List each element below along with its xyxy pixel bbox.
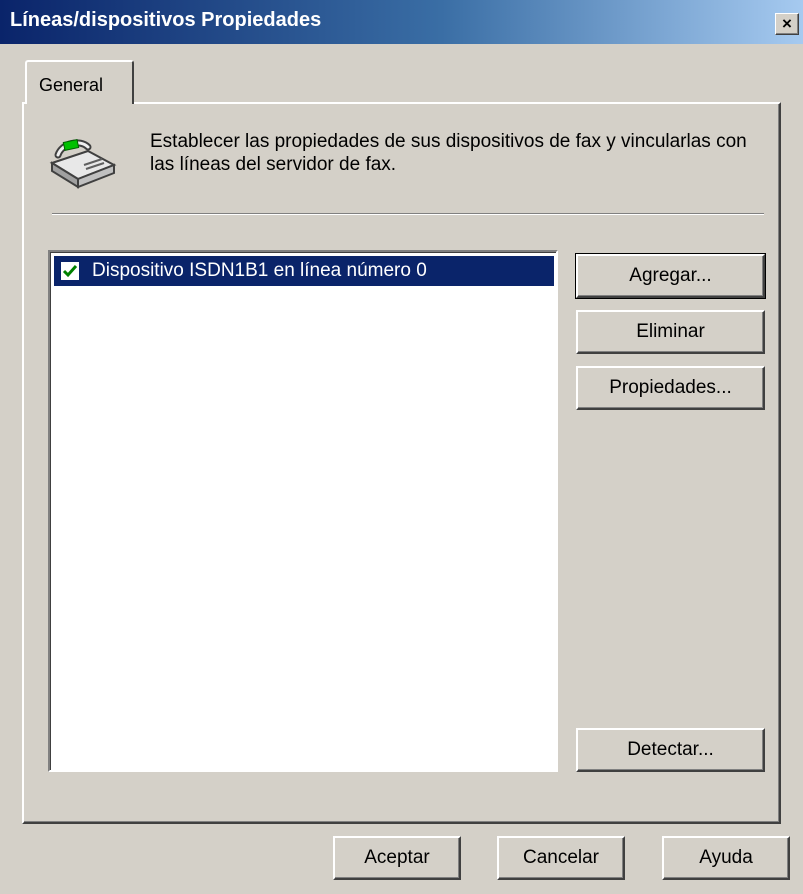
detectar-button-label: Detectar... (627, 739, 714, 760)
tab-general-label: General (39, 75, 104, 95)
description-text: Establecer las propiedades de sus dispos… (150, 131, 747, 175)
ayuda-button[interactable]: Ayuda (662, 836, 790, 880)
eliminar-button-label: Eliminar (636, 321, 705, 342)
tab-general[interactable]: General (25, 60, 134, 104)
checkmark-icon (62, 265, 78, 278)
cancelar-button-label: Cancelar (522, 847, 600, 868)
detectar-button[interactable]: Detectar... (576, 728, 765, 772)
window-title: Líneas/dispositivos Propiedades (10, 9, 322, 31)
close-icon: × (782, 14, 792, 33)
agregar-button[interactable]: Agregar... (575, 253, 766, 299)
separator (52, 213, 764, 215)
eliminar-button[interactable]: Eliminar (576, 310, 765, 354)
aceptar-button-label: Aceptar (364, 847, 430, 868)
cancelar-button[interactable]: Cancelar (497, 836, 625, 880)
agregar-button-label: Agregar... (629, 265, 712, 286)
list-item[interactable]: Dispositivo ISDN1B1 en línea número 0 (54, 256, 554, 286)
aceptar-button[interactable]: Aceptar (333, 836, 461, 880)
title-bar[interactable]: Líneas/dispositivos Propiedades × (0, 0, 803, 44)
device-label: Dispositivo ISDN1B1 en línea número 0 (92, 260, 427, 281)
ayuda-button-label: Ayuda (699, 847, 753, 868)
device-checkbox[interactable] (59, 260, 81, 282)
device-list[interactable]: Dispositivo ISDN1B1 en línea número 0 (48, 250, 558, 772)
propiedades-button-label: Propiedades... (609, 377, 732, 398)
propiedades-button[interactable]: Propiedades... (576, 366, 765, 410)
fax-machine-icon (49, 139, 117, 189)
close-button[interactable]: × (775, 13, 799, 35)
